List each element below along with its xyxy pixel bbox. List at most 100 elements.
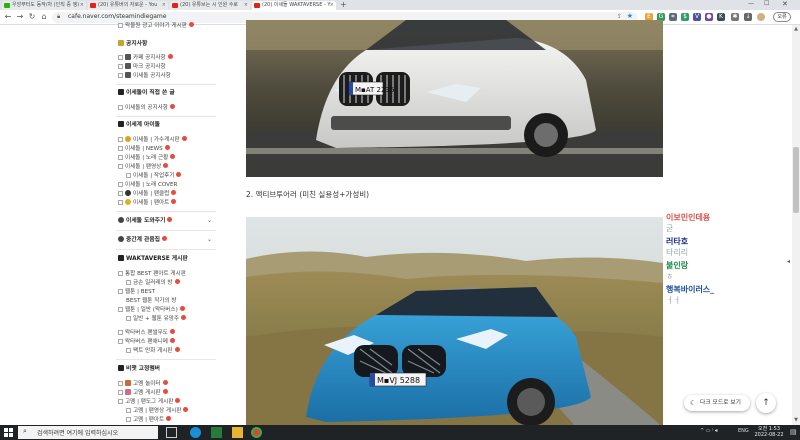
close-icon[interactable]: ×	[162, 1, 166, 10]
scroll-to-top-button[interactable]: ↑	[756, 393, 776, 413]
checkbox-icon	[118, 105, 123, 110]
puzzle-icon[interactable]: ✱	[731, 13, 739, 21]
menu-item[interactable]: 이세돌 공지사항	[118, 72, 171, 80]
section-label: 이세돌 도와주기	[126, 218, 166, 224]
extension-icon[interactable]: ●	[705, 13, 713, 21]
menu-item[interactable]: 이세돌의 공지사항	[118, 104, 175, 112]
language-indicator[interactable]: ENG	[738, 428, 749, 434]
avatar[interactable]	[757, 13, 765, 21]
download-icon[interactable]: ↓	[744, 13, 752, 21]
tab-1[interactable]: 우앙푸터도 동작/차 (인직 중 앵) ×	[2, 1, 86, 10]
menu-item[interactable]: 고멤 놀이터	[118, 380, 168, 388]
new-badge	[181, 315, 187, 320]
menu-item-label: 이세돌 공지사항	[133, 73, 171, 79]
board-icon	[125, 72, 131, 78]
menu-item[interactable]: 이세돌 | 가수게시판	[118, 136, 187, 144]
checkbox-icon	[118, 330, 123, 335]
notification-icon[interactable]: ▤	[790, 428, 797, 436]
menu-item[interactable]: 이세돌 | 팬클럽	[118, 190, 177, 198]
menu-item-label: 이세돌 | 노래 근황	[125, 155, 169, 161]
new-tab-button[interactable]: +	[340, 0, 347, 9]
share-icon[interactable]: ⇪	[617, 13, 622, 20]
section-label: 이세계 아이돌	[126, 122, 161, 128]
menu-item[interactable]: 왁타버스 팬애니메	[118, 338, 175, 346]
menu-item-label: 팩트 만화 게시판	[133, 348, 173, 354]
tab-3[interactable]: (20) 유튜브는 시 인원 수로 ×	[170, 1, 250, 10]
new-badge	[170, 154, 176, 159]
tab-2-label: (20) 유튜버의 자로운 - You	[98, 2, 158, 8]
dark-mode-button[interactable]: ☾ 다크 모드로 보기	[684, 395, 750, 411]
checkbox-icon	[126, 173, 131, 178]
checkbox-icon	[126, 408, 131, 413]
close-icon[interactable]: ×	[80, 1, 84, 10]
checkbox-icon	[118, 155, 123, 160]
menu-item[interactable]: 고멤 | 팬영상 게시판	[126, 407, 189, 415]
checkbox-icon	[118, 182, 123, 187]
menu-item[interactable]: 왁물원 광고 이야기 게시판	[118, 22, 194, 30]
page-scrollbar[interactable]: ▲ ▼	[792, 25, 800, 425]
menu-item[interactable]: 팩트 만화 게시판	[126, 347, 180, 355]
reload-icon[interactable]: ↻	[27, 12, 37, 22]
menu-item[interactable]: 웹툰 | 일반 (왁타버스)	[118, 306, 185, 314]
menu-folder-toggle[interactable]: 중간계 관음집 ⌄	[118, 236, 218, 244]
extension-icon[interactable]: ⌗	[669, 13, 677, 21]
tab-4[interactable]: (20) 이세돌 WAKTAVERSE - Y ×	[252, 1, 336, 10]
close-icon[interactable]: ×	[330, 1, 334, 10]
task-view-icon[interactable]	[166, 427, 177, 438]
menu-item[interactable]: 카페 공지사항	[118, 54, 173, 62]
menu-item[interactable]: 통합 BEST 팬아트 게시판	[118, 270, 186, 278]
close-icon[interactable]: ×	[244, 1, 248, 10]
menu-item[interactable]: 웹툰 | BEST	[118, 288, 155, 296]
menu-item[interactable]: 마크 공지사항	[118, 63, 166, 71]
menu-item[interactable]: BEST 웹툰 작가의 방	[126, 297, 177, 305]
menu-item[interactable]: 금손 일러레의 방	[126, 279, 180, 287]
back-arrow-icon[interactable]: ←	[3, 12, 13, 22]
scroll-thumb[interactable]	[793, 147, 799, 213]
menu-item[interactable]: 이세돌 | 노래 근황	[118, 154, 176, 162]
extension-icon[interactable]: $	[681, 13, 689, 21]
new-badge	[174, 347, 180, 352]
tab-1-label: 우앙푸터도 동작/차 (인직 중 앵)	[12, 2, 80, 8]
minimize-icon[interactable]: —	[748, 0, 754, 7]
emoji-icon	[125, 199, 131, 205]
menu-item[interactable]: 왁타버스 팬썰무도	[118, 329, 175, 337]
window-close-icon[interactable]: ✕	[782, 0, 788, 8]
menu-item[interactable]: 이세돌 | 팬아트	[118, 199, 177, 207]
taskbar-clock[interactable]: 오전 1:53 2022-08-22	[752, 426, 786, 438]
checkbox-icon	[118, 200, 123, 205]
edge-icon[interactable]	[190, 427, 201, 438]
extension-icon[interactable]: K	[717, 13, 725, 21]
file-explorer-icon[interactable]	[232, 427, 243, 438]
board-icon	[118, 121, 124, 127]
menu-item[interactable]: 이세돌 | NEWS	[118, 145, 170, 153]
menu-item[interactable]: 고멤 | 팬도그 게시판	[118, 398, 181, 406]
profile-button[interactable]: 오류	[773, 12, 791, 22]
maximize-icon[interactable]: ☐	[764, 0, 769, 7]
scroll-up-icon[interactable]: ▲	[793, 26, 799, 32]
new-badge	[162, 380, 168, 385]
scroll-down-icon[interactable]: ▼	[793, 417, 799, 423]
extension-icon[interactable]: V	[693, 13, 701, 21]
tab-2[interactable]: (20) 유튜버의 자로운 - You ×	[88, 1, 168, 10]
chrome-icon[interactable]	[251, 427, 262, 438]
app-icon[interactable]	[211, 427, 222, 438]
taskbar-search-box[interactable]: ⌕ 검색하려면 여기에 입력하십시오	[18, 426, 158, 439]
menu-item[interactable]: 이세돌 | 팬영상	[118, 163, 169, 171]
menu-item[interactable]: 이세돌 | 노래 COVER	[118, 181, 177, 189]
browser-tab-strip: 우앙푸터도 동작/차 (인직 중 앵) × (20) 유튜버의 자로운 - Yo…	[0, 0, 800, 10]
side-scroll-left-icon[interactable]: ◂	[787, 258, 790, 265]
home-icon[interactable]: ⌂	[39, 12, 49, 22]
menu-folder-toggle[interactable]: 이세돌 도와주기 ⌄	[118, 217, 218, 225]
menu-item[interactable]: 이세돌 | 작업후기	[126, 172, 182, 180]
bookmark-star-icon[interactable]: ★	[627, 12, 633, 20]
tab-3-label: (20) 유튜브는 시 인원 수로	[180, 2, 239, 8]
windows-start-icon[interactable]	[4, 428, 13, 437]
new-badge	[169, 329, 175, 334]
system-tray-icons[interactable]: ^ ▭ ⁾ 🔊︎	[700, 428, 718, 434]
menu-item[interactable]: 고멤 | 팬아트	[126, 416, 172, 424]
emoji-icon	[125, 380, 131, 386]
checkbox-icon	[118, 399, 123, 404]
menu-item[interactable]: 고멤 게시판	[118, 389, 168, 397]
forward-arrow-icon[interactable]: →	[15, 12, 25, 22]
menu-item[interactable]: 일반 + 웹툰 유망주	[126, 315, 187, 323]
